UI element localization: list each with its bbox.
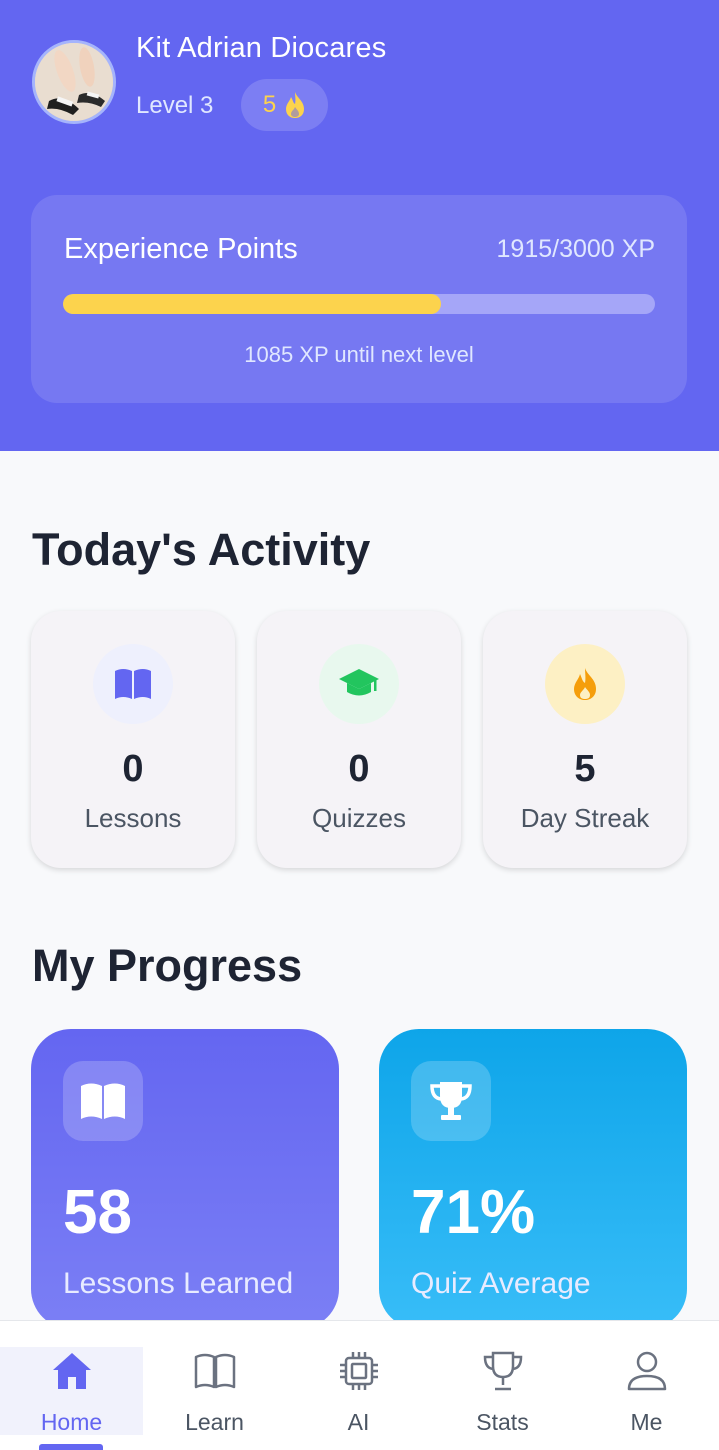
- flame-icon: [574, 668, 596, 700]
- xp-card: Experience Points 1915/3000 XP 1085 XP u…: [31, 195, 687, 403]
- xp-title: Experience Points: [64, 233, 298, 265]
- home-icon: [52, 1353, 91, 1389]
- flame-icon: [286, 92, 305, 118]
- activity-value: 5: [574, 748, 596, 790]
- bottom-navigation: Home Learn AI Stats Me: [0, 1320, 719, 1450]
- activity-label: Lessons: [84, 803, 182, 833]
- nav-ai[interactable]: AI: [287, 1347, 430, 1435]
- activity-card-streak[interactable]: 5 Day Streak: [483, 611, 687, 868]
- nav-label: Learn: [185, 1409, 244, 1435]
- activity-card-lessons[interactable]: 0 Lessons: [31, 611, 235, 868]
- activity-label: Day Streak: [520, 803, 650, 833]
- nav-label: Stats: [476, 1409, 529, 1435]
- activity-label: Quizzes: [312, 803, 406, 833]
- nav-home[interactable]: Home: [0, 1347, 143, 1435]
- xp-remaining: 1085 XP until next level: [244, 342, 474, 367]
- nav-me[interactable]: Me: [575, 1347, 718, 1435]
- book-icon: [115, 669, 151, 699]
- activity-icon-bg: [545, 644, 625, 724]
- progress-card-quiz[interactable]: 71% Quiz Average: [379, 1029, 687, 1329]
- nav-label: AI: [347, 1409, 370, 1435]
- user-icon: [627, 1351, 666, 1391]
- my-progress-title: My Progress: [32, 940, 303, 991]
- today-activity-title: Today's Activity: [32, 524, 371, 575]
- activity-icon-bg: [319, 644, 399, 724]
- book-icon: [194, 1353, 235, 1389]
- nav-label: Me: [630, 1409, 663, 1435]
- streak-count: 5: [262, 91, 277, 118]
- nav-learn[interactable]: Learn: [143, 1347, 286, 1435]
- xp-progress-fill: [63, 294, 441, 314]
- graduation-cap-icon: [339, 669, 379, 696]
- activity-value: 0: [348, 748, 370, 790]
- progress-icon-bg: [63, 1061, 143, 1141]
- avatar-photo: [35, 43, 113, 121]
- progress-icon-bg: [411, 1061, 491, 1141]
- chip-icon: [339, 1352, 378, 1390]
- profile-header: Kit Adrian Diocares Level 3 5 Experience…: [0, 0, 719, 451]
- nav-label: Home: [40, 1409, 103, 1435]
- progress-value: 71%: [411, 1178, 536, 1247]
- streak-badge: 5: [241, 79, 328, 131]
- trophy-icon: [430, 1082, 472, 1120]
- progress-label: Lessons Learned: [63, 1267, 294, 1300]
- activity-value: 0: [122, 748, 144, 790]
- xp-progress-bar: [63, 294, 655, 314]
- active-tab-indicator: [39, 1444, 103, 1450]
- level-label: Level 3: [136, 92, 214, 119]
- trophy-icon: [483, 1351, 522, 1391]
- activity-icon-bg: [93, 644, 173, 724]
- progress-value: 58: [63, 1178, 132, 1247]
- activity-card-quizzes[interactable]: 0 Quizzes: [257, 611, 461, 868]
- xp-value: 1915/3000 XP: [496, 235, 655, 263]
- book-icon: [81, 1083, 125, 1119]
- progress-card-lessons[interactable]: 58 Lessons Learned: [31, 1029, 339, 1329]
- user-name: Kit Adrian Diocares: [136, 32, 387, 64]
- progress-label: Quiz Average: [411, 1267, 591, 1300]
- avatar[interactable]: [32, 40, 116, 124]
- nav-stats[interactable]: Stats: [431, 1347, 574, 1435]
